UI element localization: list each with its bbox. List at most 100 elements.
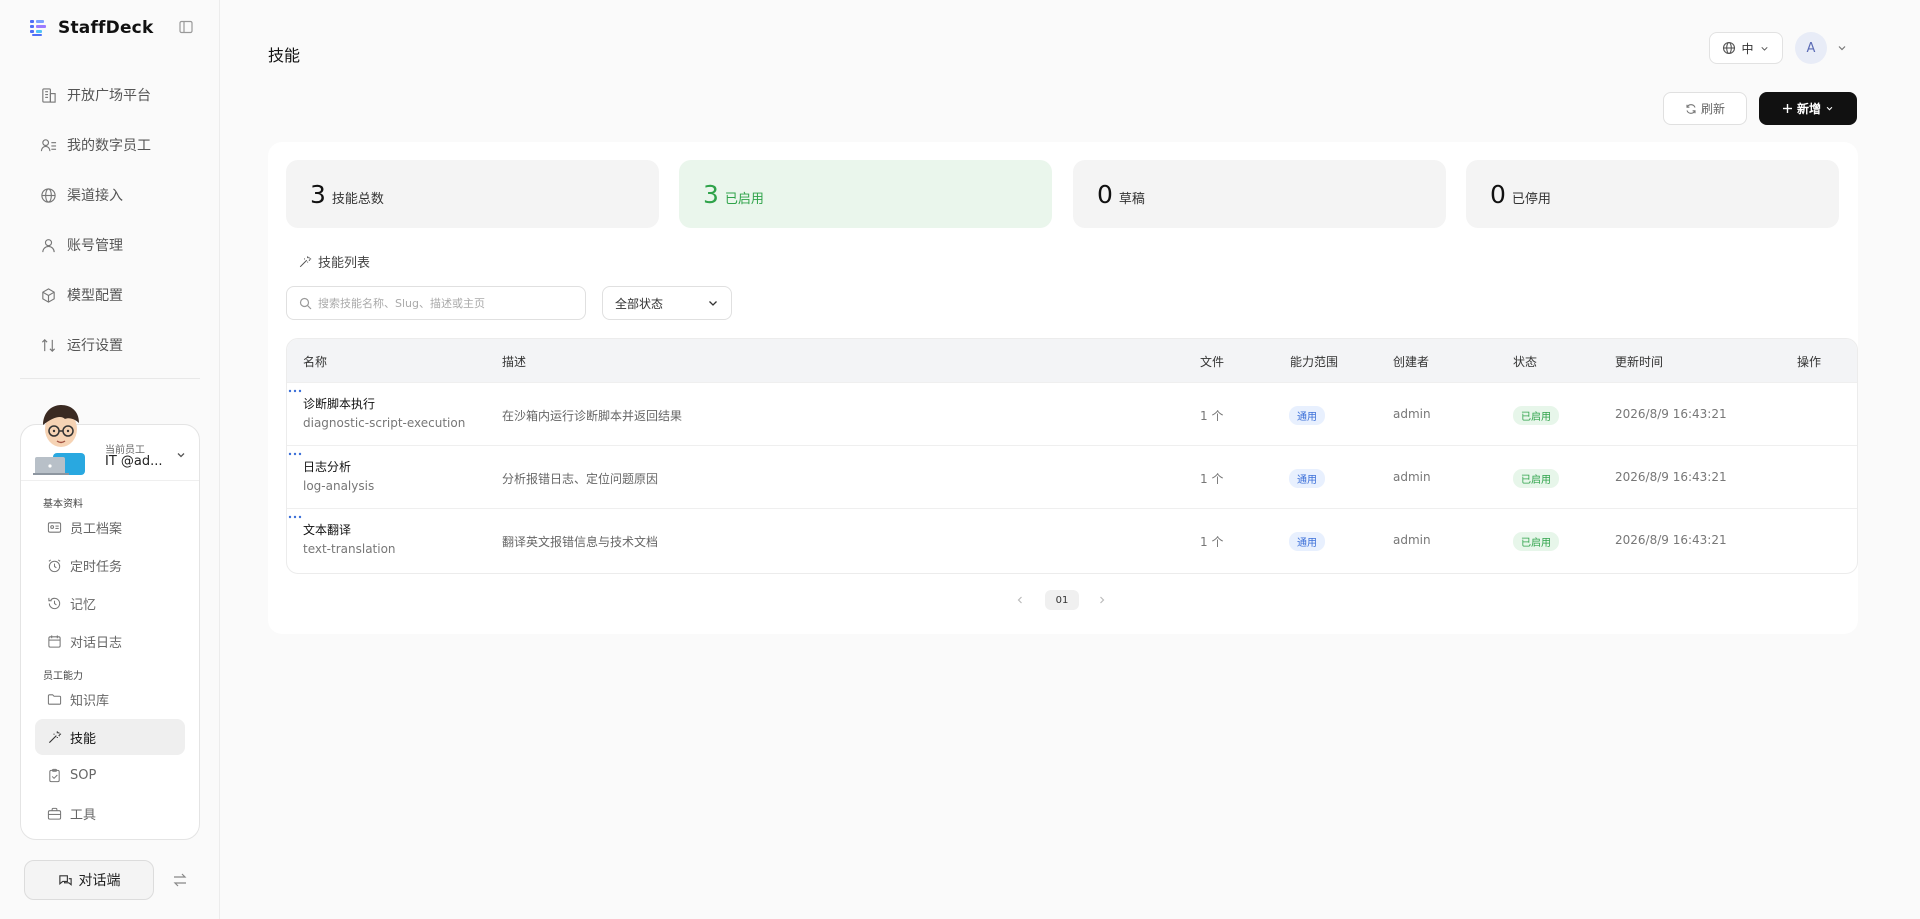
- table-row[interactable]: 日志分析 log-analysis 分析报错日志、定位问题原因 1 个 通用 a…: [287, 445, 1857, 508]
- employee-switcher[interactable]: 当前员工 IT @ad...: [21, 405, 199, 481]
- sort-arrows-icon: [41, 338, 56, 352]
- sub-item-chat-logs[interactable]: 对话日志: [35, 623, 185, 659]
- new-skill-button[interactable]: 新增: [1759, 92, 1857, 125]
- skill-name[interactable]: 诊断脚本执行: [303, 395, 375, 412]
- column-header-updated[interactable]: 更新时间: [1615, 353, 1663, 370]
- sub-item-label: SOP: [70, 767, 97, 783]
- search-input[interactable]: [318, 296, 578, 310]
- skill-creator: admin: [1393, 533, 1431, 547]
- nav-item-open-plaza[interactable]: 开放广场平台: [28, 70, 198, 120]
- nav-item-label: 渠道接入: [67, 188, 123, 204]
- stat-enabled: 3 已启用: [679, 160, 1052, 228]
- chevron-right-icon[interactable]: [1096, 594, 1108, 606]
- search-icon: [299, 297, 312, 309]
- sub-item-memory[interactable]: 记忆: [35, 585, 185, 621]
- users-icon: [40, 138, 57, 151]
- scope-badge: 通用: [1289, 469, 1325, 488]
- nav-item-my-employees[interactable]: 我的数字员工: [28, 120, 198, 170]
- column-header-name[interactable]: 名称: [303, 353, 327, 370]
- status-badge: 已启用: [1513, 532, 1559, 551]
- column-header-ops: 操作: [1797, 355, 1822, 369]
- page-number[interactable]: 01: [1045, 590, 1079, 610]
- sub-item-label: 记忆: [70, 597, 97, 613]
- page-title: 技能: [268, 46, 301, 65]
- table-row[interactable]: 诊断脚本执行 diagnostic-script-execution 在沙箱内运…: [287, 382, 1857, 445]
- user-avatar[interactable]: A: [1795, 32, 1827, 64]
- building-icon: [42, 87, 56, 103]
- refresh-icon: [1686, 103, 1696, 114]
- history-icon: [48, 597, 61, 609]
- nav-item-label: 账号管理: [67, 238, 123, 254]
- chevron-down-icon: [709, 301, 717, 306]
- skill-slug: diagnostic-script-execution: [303, 416, 466, 430]
- chevron-left-icon[interactable]: [1014, 594, 1026, 606]
- skill-creator: admin: [1393, 407, 1431, 421]
- chat-client-label: 对话端: [78, 873, 121, 889]
- nav-item-model-config[interactable]: 模型配置: [28, 270, 198, 320]
- sub-item-skills[interactable]: 技能: [35, 719, 185, 755]
- skill-search[interactable]: [286, 286, 586, 320]
- sub-item-label: 员工档案: [70, 521, 123, 537]
- section-label-basic: 基本资料: [43, 499, 83, 510]
- sub-item-label: 技能: [70, 731, 97, 747]
- toolbox-icon: [47, 807, 62, 820]
- status-badge: 已启用: [1513, 469, 1559, 488]
- skill-name[interactable]: 文本翻译: [303, 521, 351, 538]
- chevron-down-icon: [1826, 106, 1833, 111]
- sub-item-knowledge-base[interactable]: 知识库: [35, 681, 185, 717]
- plus-icon: [1782, 104, 1792, 113]
- stat-label: 草稿: [1118, 191, 1145, 207]
- skill-files: 1 个: [1200, 535, 1224, 549]
- sidebar: StaffDeck 开放广场平台 我的数字员工 渠道接入 账号管理 模型配置 运…: [0, 0, 220, 919]
- sub-item-employee-profile[interactable]: 员工档案: [35, 509, 185, 545]
- sub-item-label: 工具: [70, 807, 97, 823]
- status-filter-select[interactable]: 全部状态: [602, 286, 732, 320]
- skill-list-title-text: 技能列表: [318, 256, 371, 271]
- skill-slug: text-translation: [303, 542, 396, 556]
- chevron-down-icon: [177, 453, 185, 458]
- chevron-down-icon[interactable]: [1836, 42, 1848, 54]
- skill-list-title: 技能列表: [298, 252, 370, 271]
- alarm-clock-icon: [48, 558, 61, 572]
- sub-item-scheduled-tasks[interactable]: 定时任务: [35, 547, 185, 583]
- folder-icon: [47, 693, 62, 705]
- employee-avatar: [33, 405, 85, 475]
- globe-icon: [1723, 41, 1736, 55]
- magic-wand-icon: [299, 255, 312, 267]
- sub-item-label: 对话日志: [70, 635, 123, 651]
- table-row[interactable]: 文本翻译 text-translation 翻译英文报错信息与技术文档 1 个 …: [287, 508, 1857, 571]
- more-actions-icon[interactable]: [287, 383, 303, 399]
- staffdeck-logo-icon: [30, 20, 46, 36]
- chevron-down-icon: [1760, 46, 1768, 51]
- nav-item-runtime-settings[interactable]: 运行设置: [28, 320, 198, 370]
- skill-name[interactable]: 日志分析: [303, 458, 351, 475]
- sub-item-label: 知识库: [70, 693, 110, 709]
- skill-slug: log-analysis: [303, 479, 375, 493]
- sidebar-collapse-icon[interactable]: [179, 20, 193, 34]
- skill-desc: 翻译英文报错信息与技术文档: [502, 535, 659, 549]
- skills-panel: 3 技能总数 3 已启用 0 草稿 0 已停用 技能列表 全部状态 名称 描述 …: [268, 142, 1858, 634]
- nav-item-accounts[interactable]: 账号管理: [28, 220, 198, 270]
- swap-arrows-icon[interactable]: [172, 872, 188, 888]
- stat-value: 0: [1490, 179, 1506, 209]
- sub-item-sop[interactable]: SOP: [35, 757, 185, 793]
- stat-total-skills: 3 技能总数: [286, 160, 659, 228]
- table-header: 名称 描述 文件 能力范围 创建者 状态 更新时间 操作: [287, 339, 1857, 382]
- scope-badge: 通用: [1289, 532, 1325, 551]
- magic-wand-icon: [48, 730, 62, 743]
- column-header-status: 状态: [1513, 355, 1538, 369]
- more-actions-icon[interactable]: [287, 446, 303, 462]
- column-header-files: 文件: [1200, 355, 1225, 369]
- column-header-desc: 描述: [502, 355, 527, 369]
- nav-item-label: 开放广场平台: [67, 88, 151, 104]
- app-logo[interactable]: StaffDeck: [28, 16, 153, 40]
- refresh-button[interactable]: 刷新: [1663, 92, 1747, 125]
- language-switcher[interactable]: 中: [1709, 32, 1783, 64]
- more-actions-icon[interactable]: [287, 509, 303, 525]
- nav-item-channels[interactable]: 渠道接入: [28, 170, 198, 220]
- stat-label: 已停用: [1511, 191, 1551, 207]
- chat-client-button[interactable]: 对话端: [24, 860, 154, 900]
- nav-item-label: 运行设置: [67, 338, 123, 354]
- skill-updated-time: 2026/8/9 16:43:21: [1615, 470, 1727, 484]
- sub-item-tools[interactable]: 工具: [35, 795, 185, 831]
